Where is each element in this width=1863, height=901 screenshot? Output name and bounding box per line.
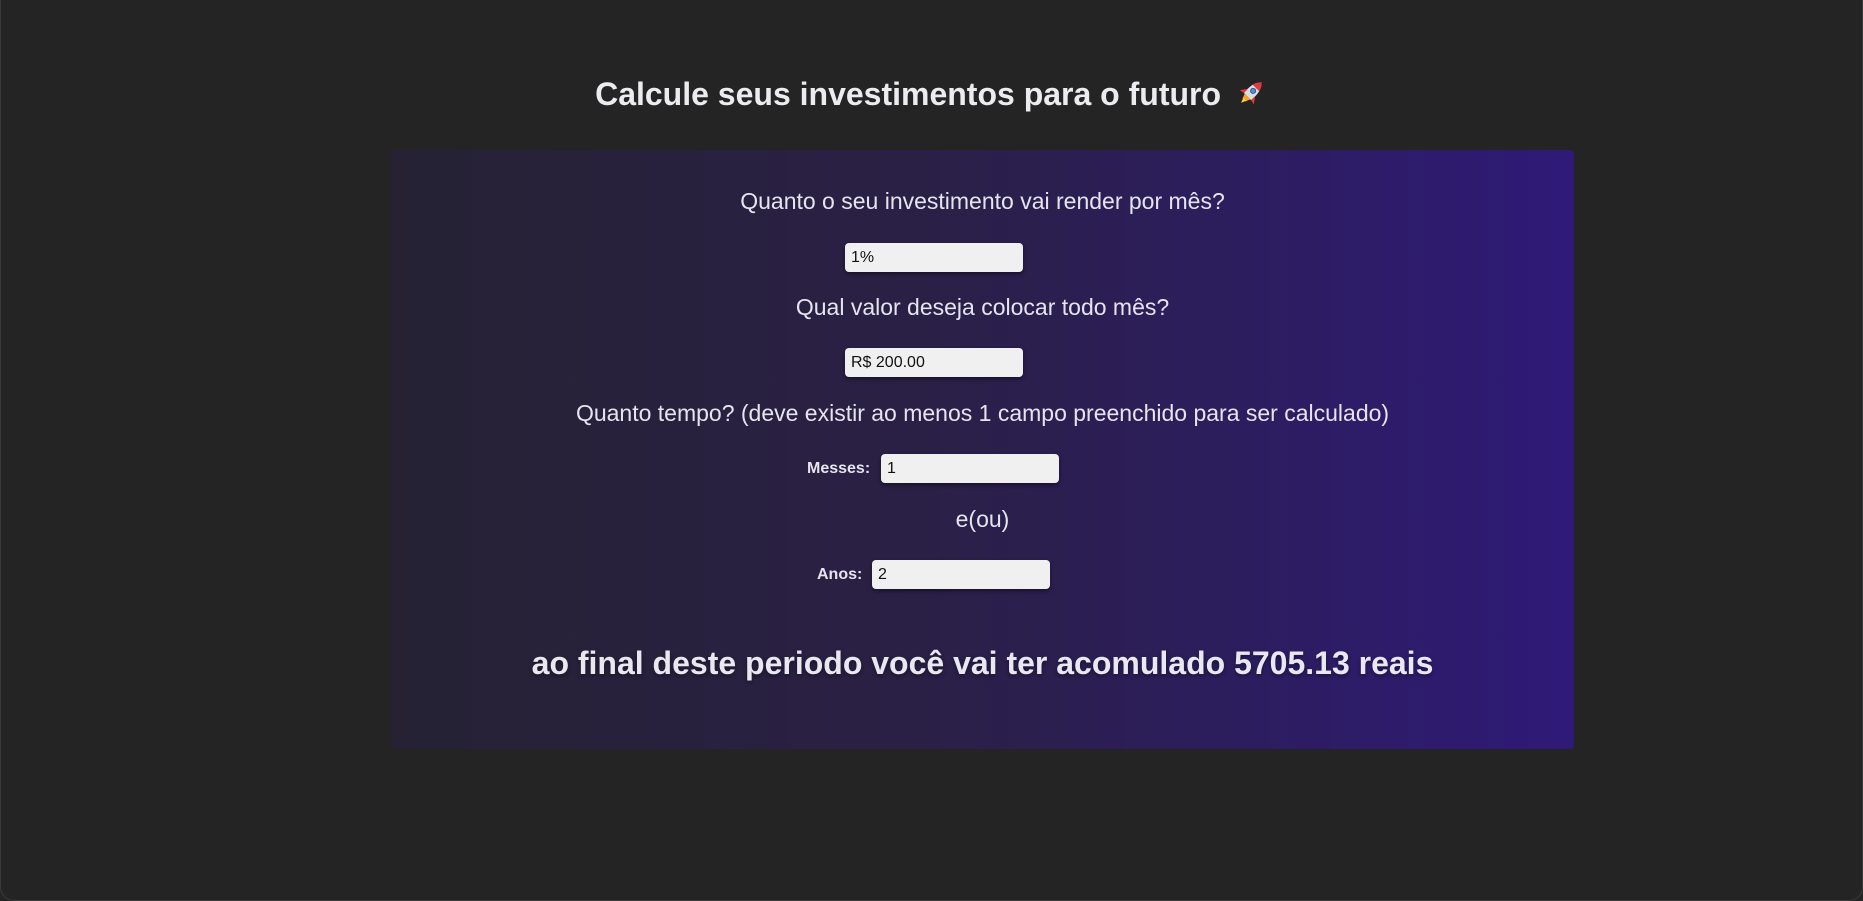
result-text: ao final deste periodo você vai ter acom… <box>531 645 1434 681</box>
months-input[interactable] <box>881 454 1059 483</box>
app-window: Calcule seus investimentos para o futuro… <box>0 0 1863 901</box>
rate-input[interactable] <box>845 243 1023 272</box>
years-input[interactable] <box>872 560 1050 589</box>
page-title: Calcule seus investimentos para o futuro <box>1 72 1862 116</box>
years-label: Anos: <box>817 566 863 583</box>
deposit-question: Qual valor deseja colocar todo mês? <box>795 294 1170 320</box>
period-separator: e(ou) <box>955 506 1010 532</box>
page-title-text: Calcule seus investimentos para o futuro <box>595 76 1222 112</box>
period-question: Quanto tempo? (deve existir ao menos 1 c… <box>575 400 1390 426</box>
monthly-deposit-input[interactable] <box>845 348 1023 377</box>
rocket-icon <box>1234 76 1268 110</box>
months-label: Messes: <box>807 460 871 477</box>
rate-question: Quanto o seu investimento vai render por… <box>740 188 1225 214</box>
calculator-card: Quanto o seu investimento vai render por… <box>391 150 1574 749</box>
